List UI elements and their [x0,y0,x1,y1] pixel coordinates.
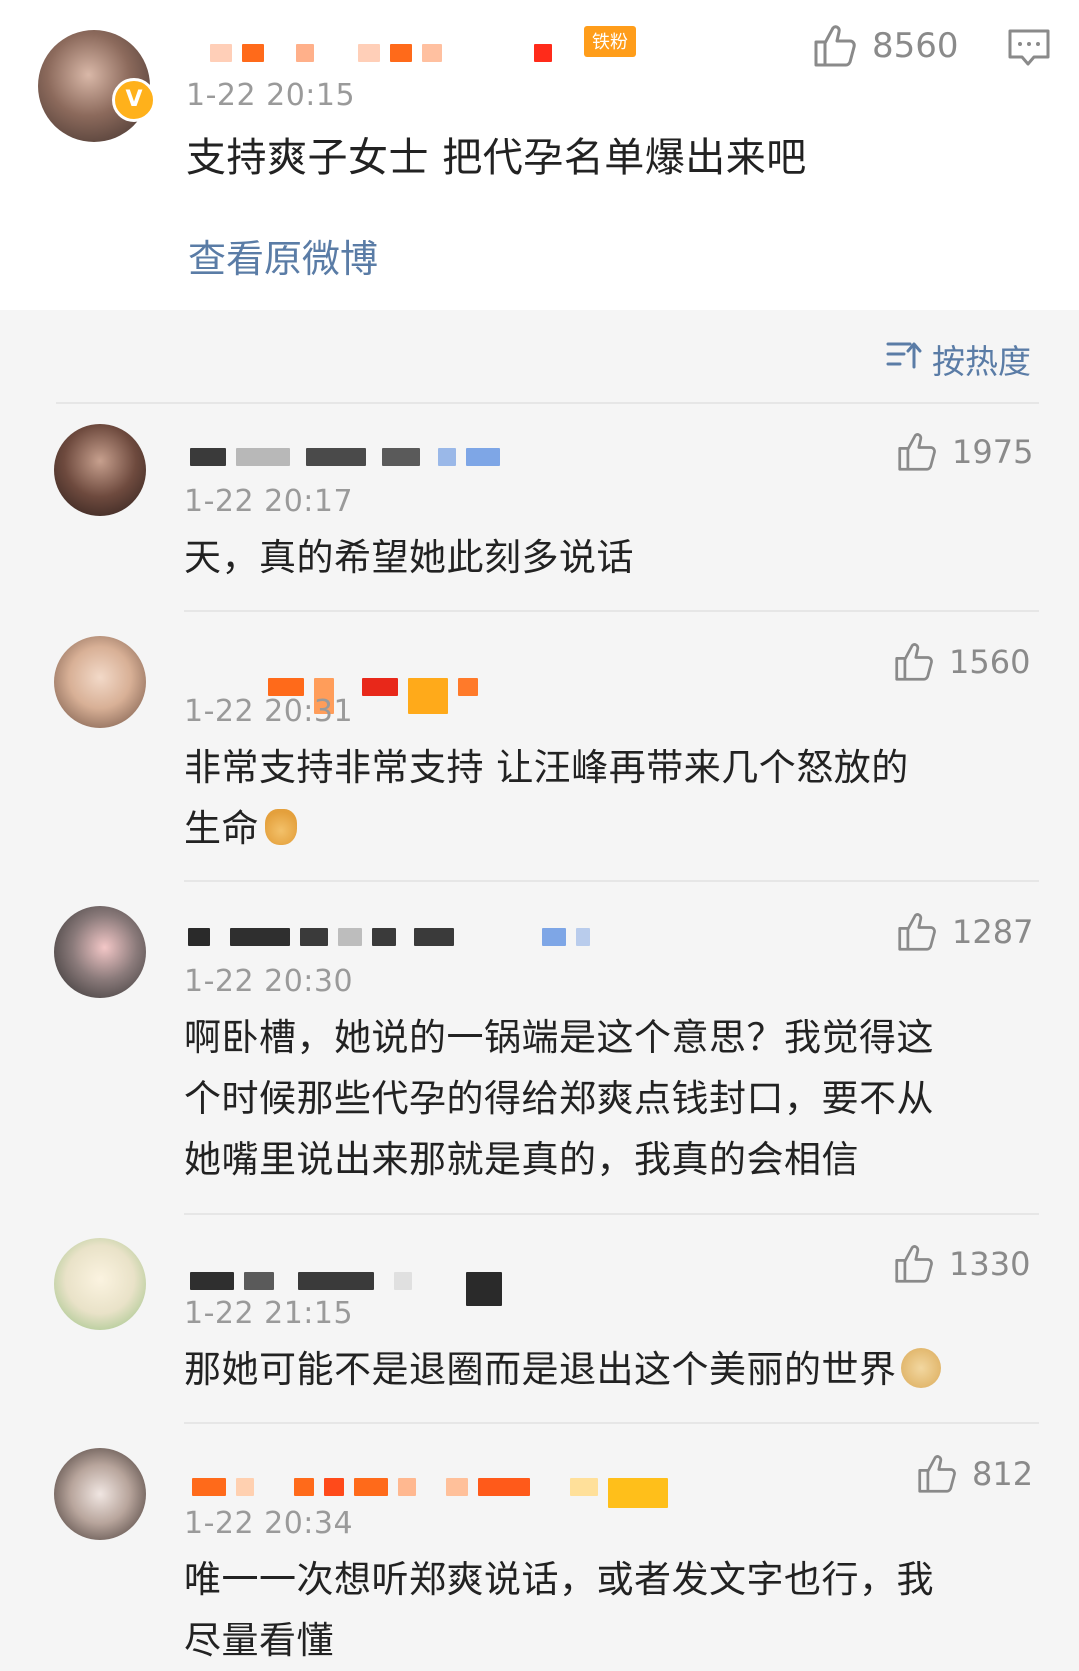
divider [184,880,1039,882]
comment-time: 1-22 20:31 [184,694,354,729]
like-count: 812 [972,1455,1034,1493]
thumbs-up-icon [896,912,938,952]
thumbs-up-icon [893,1244,935,1284]
poster-username-blurred[interactable] [210,44,552,62]
sort-icon [886,339,922,379]
like-count: 1287 [952,913,1034,951]
comment-text: 唯一一次想听郑爽说话，或者发文字也行，我 尽量看懂 [184,1558,934,1662]
username-blurred[interactable] [192,1466,668,1508]
divider [184,610,1039,612]
like-count: 1330 [949,1245,1031,1283]
post-text: 支持爽子女士 把代孕名单爆出来吧 [186,135,807,181]
sort-by-hot[interactable]: 按热度 [886,335,1031,383]
divider [56,402,1039,404]
comment-time: 1-22 21:15 [184,1296,354,1331]
avatar[interactable] [54,636,146,728]
comment-time: 1-22 20:30 [184,964,354,999]
post-like-count: 8560 [872,26,959,66]
thumbs-up-emoji-icon [265,809,297,845]
comment-time: 1-22 20:34 [184,1506,354,1541]
post-time: 1-22 20:15 [186,78,356,113]
verified-badge: V [112,78,156,122]
divider [184,1213,1039,1215]
fan-badge: 铁粉 [584,26,636,57]
avatar[interactable] [54,1238,146,1330]
comment-text: 天，真的希望她此刻多说话 [184,536,634,579]
doge-emoji-icon [900,1348,941,1388]
comment-like-button[interactable]: 1330 [893,1244,1030,1284]
comment-text: 非常支持非常支持 让汪峰再带来几个怒放的 生命 [184,737,909,859]
comment-like-button[interactable]: 1975 [896,432,1033,472]
comment-text: 那她可能不是退圈而是退出这个美丽的世界 [184,1339,941,1400]
view-original-link[interactable]: 查看原微博 [188,228,378,283]
comment-time: 1-22 20:17 [184,484,354,519]
comment-like-button[interactable]: 812 [916,1454,1033,1494]
comment-text: 啊卧槽，她说的一锅端是这个意思？我觉得这 个时候那些代孕的得给郑爽点钱封口，要不… [184,1016,934,1181]
original-post-card: V 铁粉 1-22 20:15 支持爽子女士 把代孕名单爆出来吧 查看原微博 8… [0,0,1079,310]
avatar[interactable] [54,906,146,998]
thumbs-up-icon [916,1454,958,1494]
thumbs-up-icon [896,432,938,472]
thumbs-up-icon [812,24,858,68]
sort-label: 按热度 [932,342,1031,381]
comment-text-body: 那她可能不是退圈而是退出这个美丽的世界 [184,1348,897,1391]
post-like-button[interactable]: 8560 [812,24,959,68]
like-count: 1560 [949,643,1031,681]
like-count: 1975 [952,433,1034,471]
avatar[interactable] [54,424,146,516]
username-blurred[interactable] [188,928,590,946]
thumbs-up-icon [893,642,935,682]
username-blurred[interactable] [190,448,500,466]
avatar[interactable] [54,1448,146,1540]
comment-like-button[interactable]: 1287 [896,912,1033,952]
divider [184,1422,1039,1424]
comment-icon[interactable] [1007,28,1051,72]
comment-like-button[interactable]: 1560 [893,642,1030,682]
